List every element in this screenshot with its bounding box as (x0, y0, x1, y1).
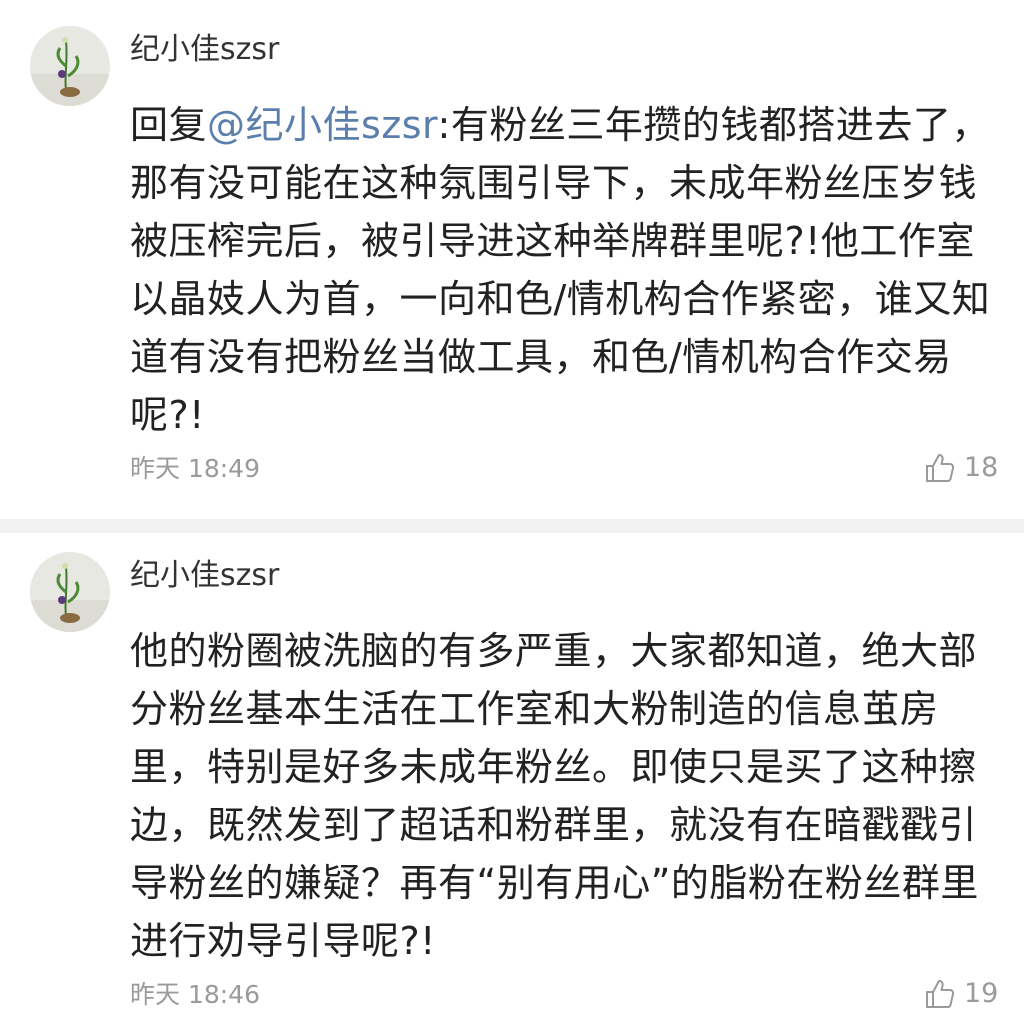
comment-item: 纪小佳szsr 他的粉圈被洗脑的有多严重，大家都知道，绝大部分粉丝基本生活在工作… (0, 552, 1024, 1009)
reply-prefix: 回复 (130, 103, 208, 147)
username[interactable]: 纪小佳szsr (130, 30, 279, 70)
flower-vase-avatar-icon (30, 552, 110, 632)
like-button[interactable]: 18 (924, 450, 998, 486)
thumbs-up-icon (926, 980, 955, 1008)
avatar[interactable] (30, 26, 110, 106)
thumbs-up-icon (926, 454, 955, 482)
comment-time: 昨天 18:49 (130, 454, 260, 483)
comment-text: 他的粉圈被洗脑的有多严重，大家都知道，绝大部分粉丝基本生活在工作室和大粉制造的信… (130, 629, 979, 963)
comment-text: 回复@纪小佳szsr:有粉丝三年攒的钱都搭进去了，那有没可能在这种氛围引导下，未… (130, 96, 996, 444)
comment-body: :有粉丝三年攒的钱都搭进去了，那有没可能在这种氛围引导下，未成年粉丝压岁钱被压榨… (130, 103, 991, 437)
comment-item: 纪小佳szsr 回复@纪小佳szsr:有粉丝三年攒的钱都搭进去了，那有没可能在这… (0, 26, 1024, 506)
flower-vase-avatar-icon (30, 26, 110, 106)
divider (0, 519, 1024, 533)
avatar[interactable] (30, 552, 110, 632)
username[interactable]: 纪小佳szsr (130, 556, 279, 596)
mention-link[interactable]: @纪小佳szsr (207, 103, 438, 147)
like-count: 18 (964, 452, 999, 483)
comment-time: 昨天 18:46 (130, 980, 260, 1009)
